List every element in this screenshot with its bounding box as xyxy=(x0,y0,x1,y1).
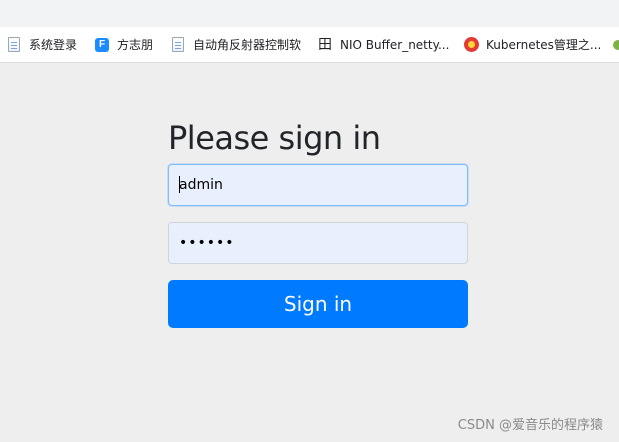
sign-in-form: Please sign in Sign in xyxy=(168,118,468,328)
overflow-bookmark-icon[interactable] xyxy=(613,40,619,50)
kubernetes-icon xyxy=(463,37,479,53)
tian-icon: 田 xyxy=(318,36,332,53)
bookmark-item[interactable]: 自动角反射器控制软 xyxy=(170,27,301,62)
page-icon xyxy=(6,37,22,53)
bookmark-label: 自动角反射器控制软 xyxy=(193,38,302,52)
browser-tab-strip xyxy=(0,0,619,27)
watermark: CSDN @爱音乐的程序猿 xyxy=(457,418,603,433)
page-title: Please sign in xyxy=(168,119,381,157)
bookmark-label: NIO Buffer_netty... xyxy=(340,37,450,52)
bookmark-item[interactable]: Kubernetes管理之... xyxy=(463,27,601,62)
page-icon xyxy=(170,37,186,53)
password-input[interactable] xyxy=(168,222,468,264)
username-input[interactable] xyxy=(168,164,468,206)
bookmark-label: 系统登录 xyxy=(29,38,78,52)
bookmark-item[interactable]: F 方志朋 xyxy=(94,27,153,62)
sign-in-button[interactable]: Sign in xyxy=(168,280,468,328)
bookmark-item[interactable]: 田 NIO Buffer_netty... xyxy=(317,27,449,62)
bookmark-label: Kubernetes管理之... xyxy=(486,38,602,52)
bookmark-item[interactable]: 系统登录 xyxy=(6,27,77,62)
text-cursor xyxy=(179,176,180,193)
bookmark-label: 方志朋 xyxy=(117,38,154,52)
bookmarks-bar: 系统登录 F 方志朋 自动角反射器控制软 田 NIO Buffer_netty.… xyxy=(0,27,619,63)
f-logo-icon: F xyxy=(94,37,110,53)
